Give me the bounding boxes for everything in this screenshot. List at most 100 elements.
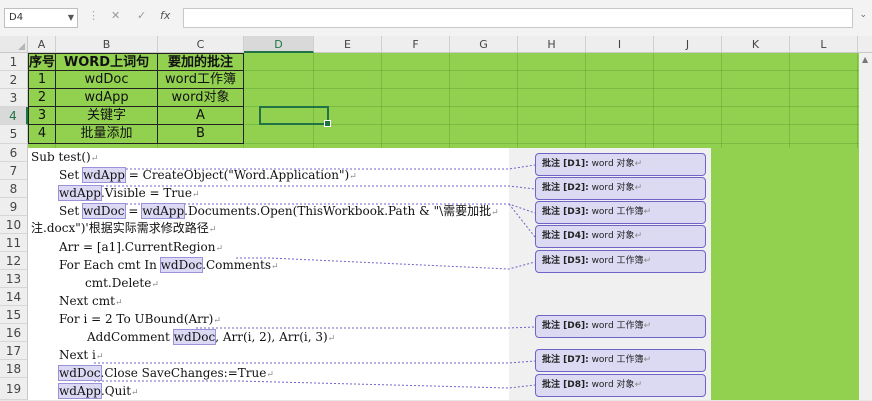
comment-balloon[interactable]: 批注 [D4]: word 对象↵ <box>535 225 706 248</box>
code-line: wdApp.Visible = True↵ <box>58 185 200 203</box>
code-line: Next cmt↵ <box>59 293 122 311</box>
row-header-13[interactable]: 13 <box>0 270 28 288</box>
table-cell[interactable]: wdDoc <box>56 71 158 89</box>
column-header-l[interactable]: L <box>790 36 858 53</box>
row-header-10[interactable]: 10 <box>0 216 28 234</box>
row-header-9[interactable]: 9 <box>0 198 28 216</box>
word-document-image: Sub test()↵ Set wdApp = CreateObject("Wor… <box>28 148 711 400</box>
column-header-j[interactable]: J <box>654 36 722 53</box>
row-header-2[interactable]: 2 <box>0 71 28 89</box>
code-text: .Visible = True <box>100 186 192 200</box>
paragraph-mark-icon: ↵ <box>491 208 499 218</box>
column-header-f[interactable]: F <box>382 36 450 53</box>
code-text: .Comments <box>202 258 271 272</box>
code-text: .Quit <box>100 384 132 398</box>
table-cell[interactable]: 批量添加 <box>56 125 158 144</box>
row-header-12[interactable]: 12 <box>0 252 28 270</box>
column-header-a[interactable]: A <box>28 36 56 53</box>
row-header-8[interactable]: 8 <box>0 180 28 198</box>
more-icon: ⋮ <box>88 9 99 22</box>
comment-text: word 工作簿 <box>588 321 644 331</box>
fill-handle[interactable] <box>324 120 331 127</box>
cancel-icon[interactable]: ✕ <box>111 9 120 22</box>
highlighted-term: wdApp <box>58 185 102 201</box>
expand-formula-icon[interactable]: ⌄ <box>859 10 867 20</box>
paragraph-mark-icon: ↵ <box>327 334 336 344</box>
column-header-m[interactable]: M <box>858 36 872 53</box>
gridline <box>721 53 722 148</box>
gridline <box>313 53 314 148</box>
table-cell[interactable]: A <box>158 107 244 125</box>
paragraph-mark-icon: ↵ <box>215 244 223 254</box>
code-line: wdApp.Quit↵ <box>58 383 139 401</box>
column-header-i[interactable]: I <box>586 36 654 53</box>
active-cell[interactable] <box>259 106 331 127</box>
fx-icon[interactable]: fx <box>160 9 170 22</box>
row-header-6[interactable]: 6 <box>0 144 28 162</box>
code-text: .Close SaveChanges:=True <box>100 366 267 380</box>
row-header-18[interactable]: 18 <box>0 360 28 378</box>
row-header-3[interactable]: 3 <box>0 89 28 107</box>
select-all-button[interactable] <box>0 36 28 53</box>
row-header-5[interactable]: 5 <box>0 125 28 144</box>
column-header-h[interactable]: H <box>518 36 586 53</box>
row-header-14[interactable]: 14 <box>0 288 28 306</box>
gridline <box>653 53 654 148</box>
table-header-cell[interactable]: 要加的批注 <box>158 53 244 71</box>
paragraph-mark-icon: ↵ <box>270 262 279 272</box>
chevron-down-icon[interactable]: ▼ <box>68 9 74 27</box>
comment-balloon[interactable]: 批注 [D6]: word 工作簿↵ <box>535 315 706 338</box>
code-line: Arr = [a1].CurrentRegion↵ <box>59 239 223 257</box>
column-header-k[interactable]: K <box>722 36 790 53</box>
table-cell[interactable]: 关键字 <box>56 107 158 125</box>
row-header-19[interactable]: 19 <box>0 378 28 400</box>
table-cell[interactable]: word工作簿 <box>158 71 244 89</box>
table-cell[interactable]: 4 <box>28 125 56 144</box>
table-cell[interactable]: wdApp <box>56 89 158 107</box>
gridline <box>857 53 858 148</box>
row-header-16[interactable]: 16 <box>0 324 28 342</box>
table-header-cell[interactable]: WORD上词句 <box>56 53 158 71</box>
code-text: Next cmt <box>59 294 115 308</box>
worksheet: ABCDEFGHIJKLM 12345678910111213141516171… <box>0 36 872 400</box>
row-header-1[interactable]: 1 <box>0 53 28 71</box>
comment-balloon[interactable]: 批注 [D2]: word 对象↵ <box>535 177 706 200</box>
table-cell[interactable]: word对象 <box>158 89 244 107</box>
highlighted-term: wdApp <box>58 383 102 399</box>
code-text: Next i <box>59 348 96 362</box>
paragraph-mark-icon: ↵ <box>643 256 652 266</box>
comment-balloon[interactable]: 批注 [D8]: word 对象↵ <box>535 374 706 397</box>
vertical-scrollbar[interactable]: ▲ <box>859 53 872 400</box>
comment-balloon[interactable]: 批注 [D7]: word 工作簿↵ <box>535 349 706 372</box>
row-header-17[interactable]: 17 <box>0 342 28 360</box>
comment-balloon[interactable]: 批注 [D3]: word 工作簿↵ <box>535 201 706 224</box>
row-header-15[interactable]: 15 <box>0 306 28 324</box>
code-line: Next i↵ <box>59 347 103 365</box>
table-cell[interactable]: 1 <box>28 71 56 89</box>
paragraph-mark-icon: ↵ <box>643 207 652 217</box>
column-header-d[interactable]: D <box>244 36 314 53</box>
enter-icon[interactable]: ✓ <box>137 9 146 22</box>
table-header-cell[interactable]: 序号 <box>28 53 56 71</box>
column-header-g[interactable]: G <box>450 36 518 53</box>
formula-input[interactable] <box>183 8 853 28</box>
comment-tag: 批注 [D8]: <box>542 380 589 390</box>
comment-balloon[interactable]: 批注 [D5]: word 工作簿↵ <box>535 250 706 273</box>
row-header-4[interactable]: 4 <box>0 107 28 125</box>
column-header-c[interactable]: C <box>158 36 244 53</box>
column-header-b[interactable]: B <box>56 36 158 53</box>
comment-tag: 批注 [D3]: <box>542 207 589 217</box>
comment-tag: 批注 [D5]: <box>542 256 589 266</box>
table-cell[interactable]: 2 <box>28 89 56 107</box>
code-line: cmt.Delete↵ <box>85 275 159 293</box>
row-header-11[interactable]: 11 <box>0 234 28 252</box>
row-header-7[interactable]: 7 <box>0 162 28 180</box>
scroll-up-icon[interactable]: ▲ <box>862 55 868 64</box>
comment-balloon[interactable]: 批注 [D1]: word 对象↵ <box>535 153 706 176</box>
table-cell[interactable]: 3 <box>28 107 56 125</box>
code-text: Arr = [a1].CurrentRegion <box>59 240 216 254</box>
name-box[interactable]: D4 ▼ <box>4 8 78 28</box>
code-line: Set wdDoc = wdApp.Documents.Open(ThisWor… <box>59 203 499 221</box>
column-header-e[interactable]: E <box>314 36 382 53</box>
table-cell[interactable]: B <box>158 125 244 144</box>
